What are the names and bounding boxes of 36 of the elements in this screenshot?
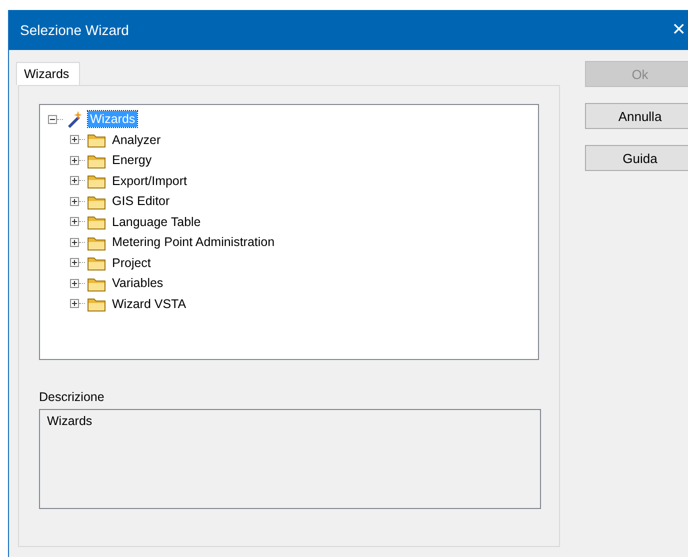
tree-item[interactable]: GIS Editor xyxy=(110,193,172,210)
close-button[interactable]: ✕ xyxy=(666,20,688,40)
expand-toggle[interactable] xyxy=(70,176,79,186)
expand-toggle[interactable] xyxy=(70,196,79,206)
tree-item[interactable]: Variables xyxy=(110,275,166,292)
plus-icon xyxy=(70,217,79,226)
plus-icon xyxy=(70,258,79,268)
expand-toggle[interactable] xyxy=(70,238,79,247)
plus-icon xyxy=(70,135,79,144)
dialog-button[interactable]: Guida xyxy=(585,145,688,171)
plus-icon xyxy=(70,196,79,206)
tree-item[interactable]: Metering Point Administration xyxy=(110,234,277,250)
expand-toggle[interactable] xyxy=(70,258,79,268)
description-text: Wizards xyxy=(47,414,92,428)
expand-toggle[interactable] xyxy=(70,299,79,308)
tree-item[interactable]: Language Table xyxy=(110,214,203,230)
tab[interactable]: Wizards xyxy=(16,62,80,85)
expand-toggle[interactable] xyxy=(70,156,79,165)
description-label: Descrizione xyxy=(39,390,106,404)
expand-toggle[interactable] xyxy=(70,135,79,144)
tree-item[interactable]: Wizard VSTA xyxy=(110,296,188,312)
plus-icon xyxy=(70,278,79,288)
minus-icon xyxy=(48,114,57,124)
window-title: Selezione Wizard xyxy=(19,22,129,38)
tree-item[interactable]: Analyzer xyxy=(110,132,163,148)
expand-toggle[interactable] xyxy=(70,217,79,226)
expand-toggle[interactable] xyxy=(48,114,57,124)
plus-icon xyxy=(70,156,79,165)
tree-item[interactable]: Export/Import xyxy=(110,172,190,189)
dialog-button[interactable]: Annulla xyxy=(585,103,688,129)
plus-icon xyxy=(70,238,79,247)
expand-toggle[interactable] xyxy=(70,278,79,288)
tree-item[interactable]: Energy xyxy=(110,152,154,168)
plus-icon xyxy=(70,299,79,308)
plus-icon xyxy=(70,176,79,186)
tree-item[interactable]: Project xyxy=(110,254,153,271)
